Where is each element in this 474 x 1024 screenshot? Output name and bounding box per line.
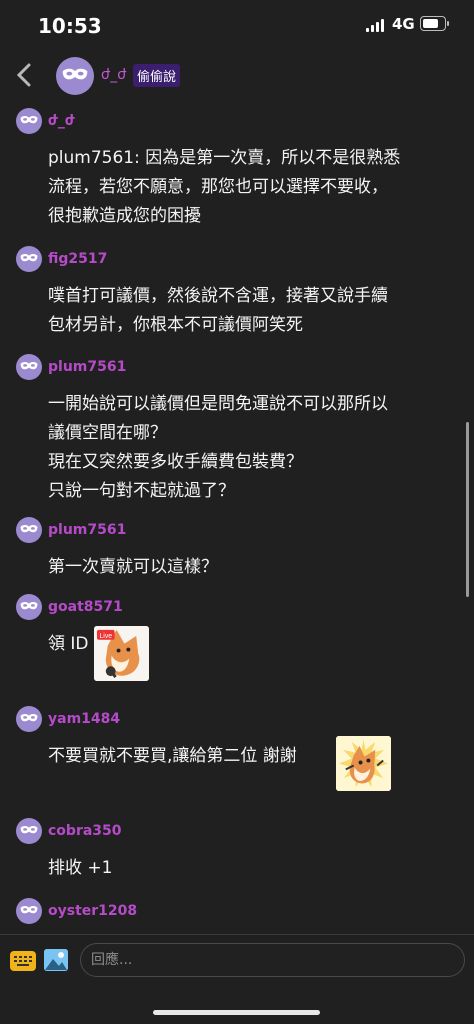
message-username[interactable]: cobra350 [48, 823, 122, 839]
message-line: 只說一句對不起就過了？ [48, 481, 235, 501]
message-line: 噗首打可議價，然後說不含運，接著又說手續 [48, 286, 388, 306]
message-username[interactable]: fig2517 [48, 251, 107, 267]
status-bar: 10:53 4G [0, 0, 474, 52]
mask-icon[interactable] [16, 706, 42, 732]
image-icon[interactable] [44, 949, 68, 971]
message-line: 很抱歉造成您的困擾 [48, 206, 201, 226]
mask-icon[interactable] [16, 108, 42, 134]
composer-bar [0, 934, 474, 993]
message-line: 第一次賣就可以這樣？ [48, 557, 218, 577]
message-text: 一開始說可以議價但是問免運說不可以那所以 議價空間在哪？ 現在又突然要多收手續費… [48, 390, 456, 506]
message-text: 噗首打可議價，然後說不含運，接著又說手續 包材另計，你根本不可議價阿笑死 [48, 282, 456, 340]
chevron-left-icon[interactable] [14, 62, 36, 88]
message-line: 一開始說可以議價但是問免運說不可以那所以 [48, 394, 388, 414]
message-line: 不要買就不要買,讓給第二位 謝謝 [48, 746, 297, 766]
mask-icon[interactable] [16, 818, 42, 844]
message-username[interactable]: yam1484 [48, 711, 120, 727]
chat-header: ժ_ժ 偷偷說 [0, 52, 474, 102]
mask-icon[interactable] [16, 898, 42, 924]
network-type: 4G [392, 15, 415, 33]
mask-icon[interactable] [16, 517, 42, 543]
reply-input[interactable] [80, 943, 465, 977]
message-username[interactable]: ժ_ժ [48, 113, 75, 129]
message-username[interactable]: plum7561 [48, 522, 126, 538]
fox-live-sticker[interactable]: Live [94, 626, 149, 681]
mask-icon[interactable] [16, 594, 42, 620]
signal-icon [366, 18, 386, 32]
svg-text:Live: Live [99, 633, 112, 640]
message-text: 第一次賣就可以這樣？ [48, 553, 456, 582]
message-username[interactable]: plum7561 [48, 359, 126, 375]
message-line: 流程，若您不願意，那您也可以選擇不要收， [48, 177, 388, 197]
message-line: plum7561: 因為是第一次賣，所以不是很熟悉 [48, 148, 401, 168]
message-list: ժ_ժ plum7561: 因為是第一次賣，所以不是很熟悉 流程，若您不願意，那… [0, 108, 474, 934]
message-line: 議價空間在哪？ [48, 423, 167, 443]
mask-icon[interactable] [16, 354, 42, 380]
message-line: 包材另計，你根本不可議價阿笑死 [48, 315, 303, 335]
status-time: 10:53 [38, 14, 102, 38]
anonymous-badge: 偷偷說 [133, 64, 181, 87]
message-line: 現在又突然要多收手續費包裝費？ [48, 452, 303, 472]
mask-icon[interactable] [16, 246, 42, 272]
message-text: plum7561: 因為是第一次賣，所以不是很熟悉 流程，若您不願意，那您也可以… [48, 144, 456, 231]
message-username[interactable]: oyster1208 [48, 903, 137, 919]
message-line: 排收 +1 [48, 858, 113, 878]
fox-dancing-sticker[interactable] [336, 736, 391, 791]
home-indicator[interactable] [153, 1010, 320, 1015]
battery-icon [420, 16, 449, 31]
mask-icon[interactable] [56, 57, 94, 95]
message-text: 排收 +1 [48, 854, 456, 883]
message-text: 不要買就不要買,讓給第二位 謝謝 [48, 742, 456, 771]
chat-title: ժ_ժ [101, 67, 127, 83]
message-username[interactable]: goat8571 [48, 599, 123, 615]
scrollbar[interactable] [466, 422, 469, 597]
keyboard-icon[interactable] [10, 951, 36, 971]
